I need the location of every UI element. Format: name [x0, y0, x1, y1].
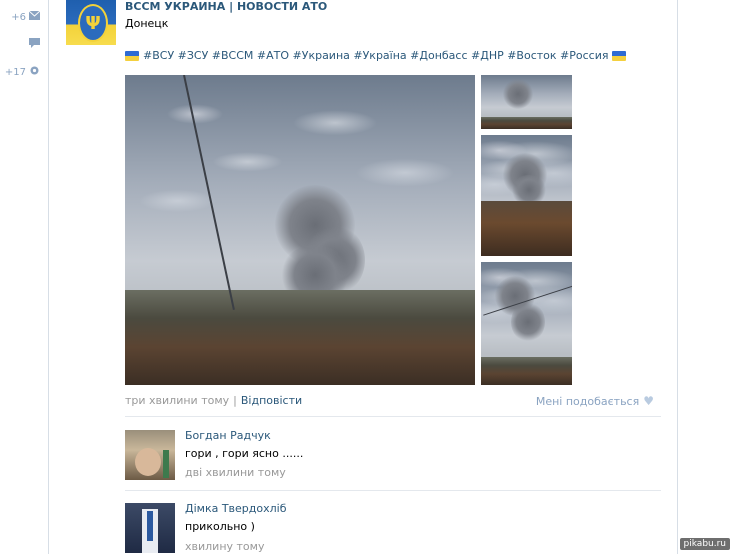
rail-comments[interactable]	[26, 38, 40, 51]
comments-divider	[125, 416, 661, 417]
comment-text: гори , гори ясно ......	[185, 447, 304, 460]
comment-text: прикольно )	[185, 520, 255, 533]
avatar[interactable]	[125, 503, 175, 553]
watermark: pikabu.ru	[679, 538, 730, 550]
post-hashtags: #ВСУ #ЗСУ #ВССМ #АТО #Украина #Україна #…	[125, 49, 627, 62]
post-text: Донецк	[125, 17, 169, 30]
post-meta: три хвилини тому | Відповісти	[125, 394, 302, 407]
rail-messages[interactable]: +6	[11, 10, 41, 23]
post-photo-main[interactable]	[125, 75, 475, 385]
rail-settings-count: +17	[4, 66, 26, 78]
content-border	[677, 0, 678, 554]
trident-icon: Ψ	[78, 4, 108, 42]
post-time[interactable]: три хвилини тому	[125, 394, 229, 407]
like-label: Мені подобається	[535, 394, 640, 408]
hashtag-list[interactable]: #ВСУ #ЗСУ #ВССМ #АТО #Украина #Україна #…	[143, 49, 608, 62]
rail-messages-count: +6	[11, 11, 26, 23]
comment-icon	[29, 38, 40, 51]
like-button[interactable]: Мені подобається ♥	[536, 394, 654, 408]
mail-icon	[28, 10, 41, 23]
meta-separator: |	[233, 394, 237, 407]
ukraine-flag-icon	[612, 50, 627, 61]
comment-divider	[125, 490, 661, 491]
rail-settings[interactable]: +17	[5, 65, 40, 79]
group-avatar[interactable]: Ψ	[66, 0, 116, 45]
post-photo-thumb[interactable]	[481, 135, 572, 256]
rail-divider	[48, 0, 49, 554]
heart-icon: ♥	[643, 394, 654, 408]
comment-author[interactable]: Дімка Твердохліб	[185, 502, 287, 515]
comment-time[interactable]: дві хвилини тому	[185, 466, 286, 479]
avatar[interactable]	[125, 430, 175, 480]
reply-link[interactable]: Відповісти	[241, 394, 302, 407]
left-rail: +6 +17	[0, 0, 48, 554]
gear-icon	[29, 65, 40, 79]
comment-author[interactable]: Богдан Радчук	[185, 429, 271, 442]
ukraine-flag-icon	[125, 50, 139, 61]
post-photo-thumb[interactable]	[481, 262, 572, 385]
comment-time[interactable]: хвилину тому	[185, 540, 264, 553]
post-photo-thumb[interactable]	[481, 75, 572, 129]
group-name-link[interactable]: ВССМ УКРАИНА | НОВОСТИ АТО	[125, 0, 327, 13]
